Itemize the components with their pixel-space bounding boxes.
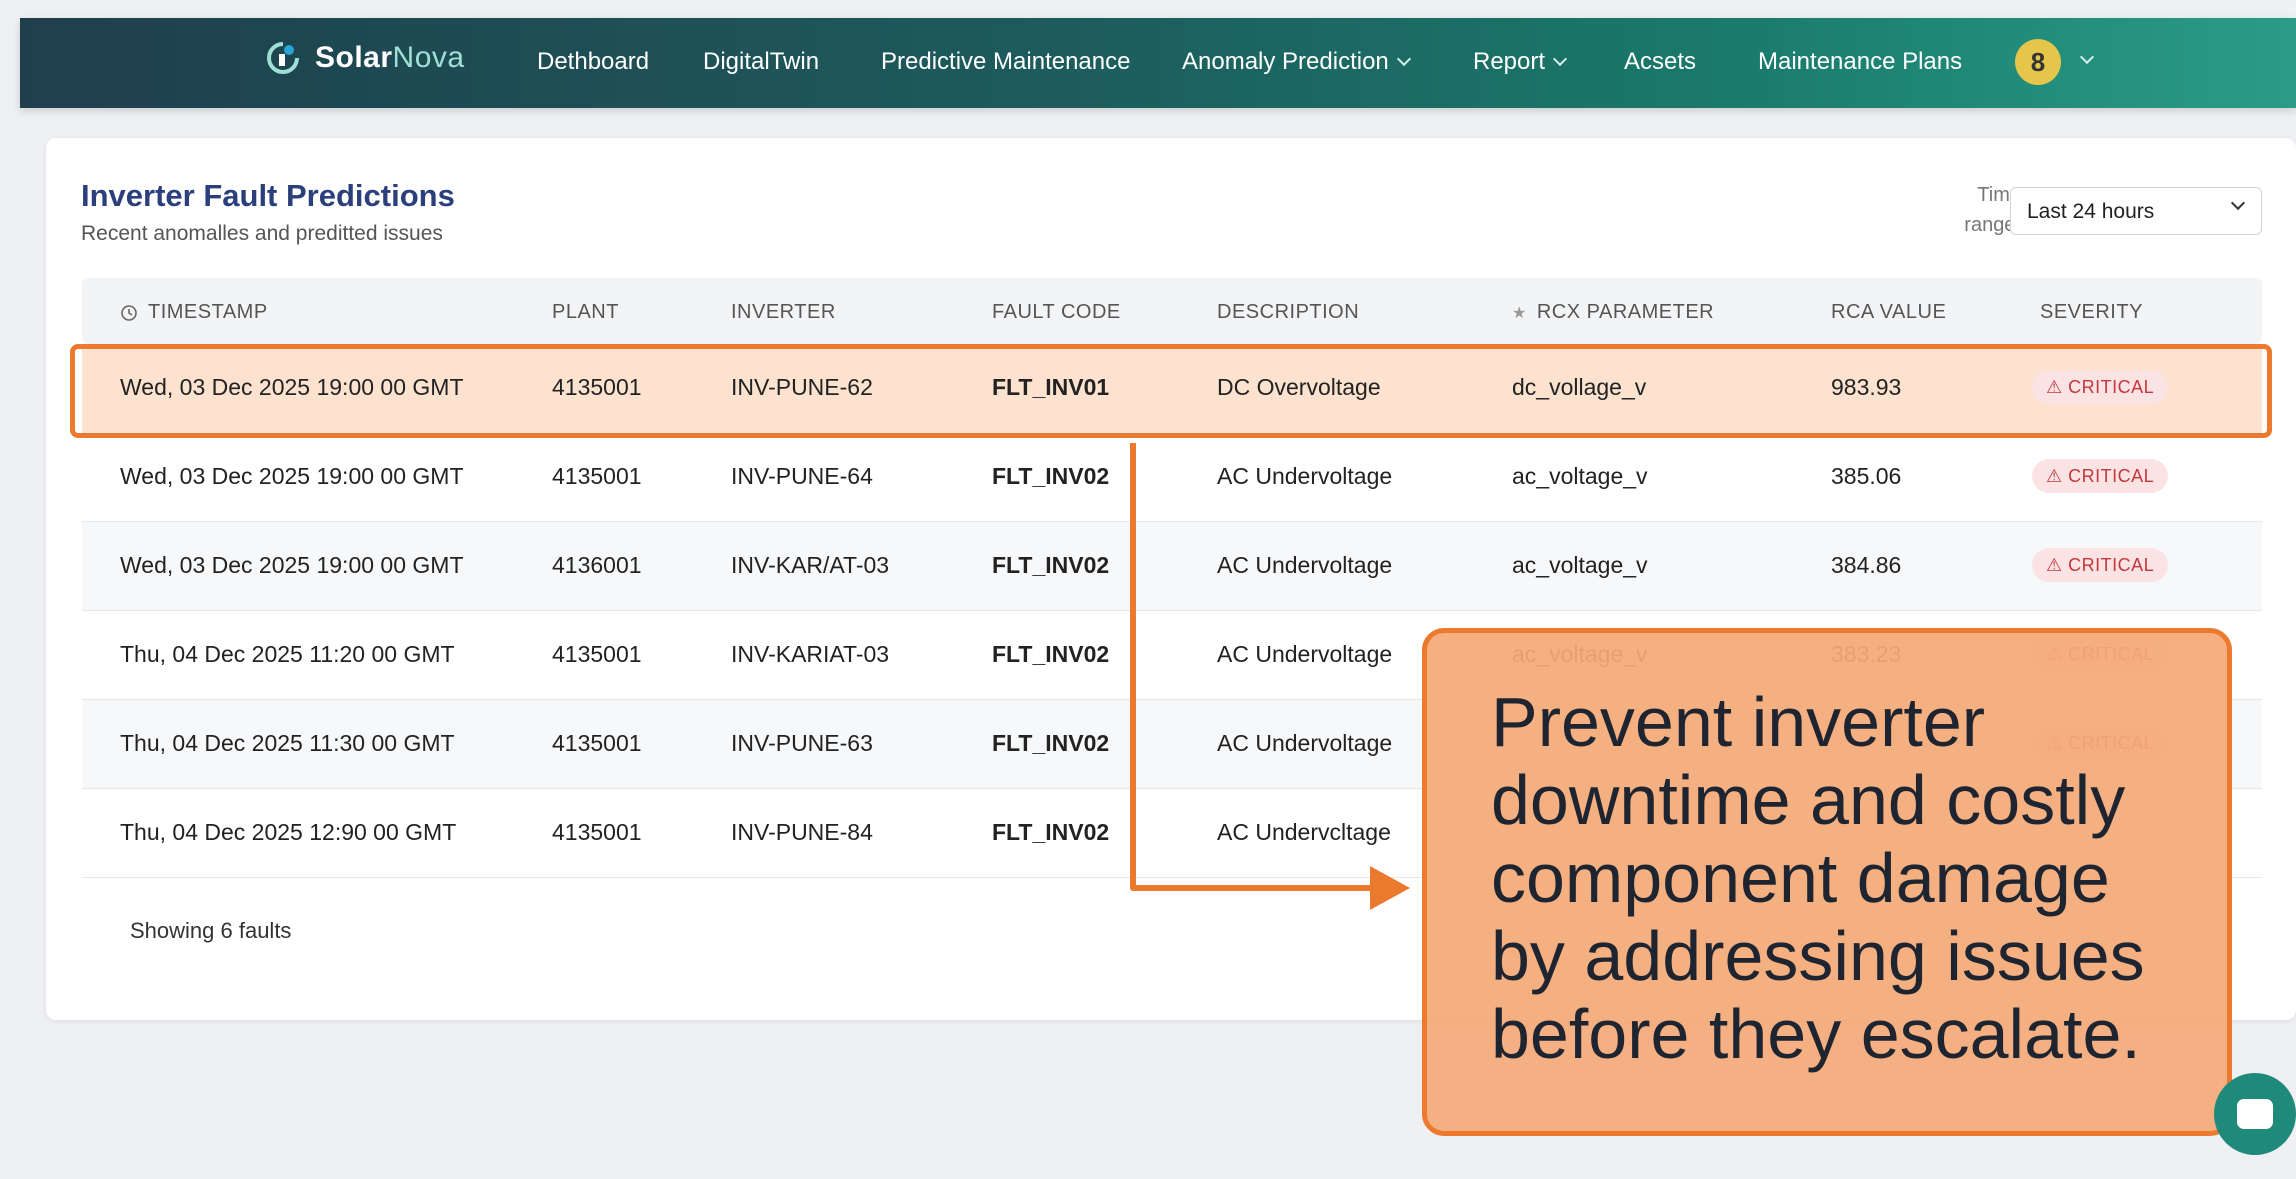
page-subtitle: Recent anomalles and preditted issues — [81, 222, 443, 245]
user-avatar[interactable]: 8 — [2015, 39, 2061, 85]
cell-description: AC Undervoltage — [1217, 730, 1393, 756]
cell-plant: 4135001 — [552, 730, 642, 756]
brand-logo[interactable]: SolarNova — [265, 40, 465, 76]
cell-plant: 4135001 — [552, 641, 642, 667]
callout-text: Prevent inverter downtime and costly com… — [1491, 683, 2145, 1073]
cell-description: AC Undervcltage — [1217, 819, 1391, 845]
cell-inverter: INV-KAR/AT-03 — [731, 552, 890, 578]
cell-plant: 4135001 — [552, 819, 642, 845]
brand-name: SolarNova — [315, 41, 465, 74]
nav-digital-twin[interactable]: DigitalTwin — [703, 48, 819, 76]
callout-box: Prevent inverter downtime and costly com… — [1422, 628, 2232, 1136]
header-inverter[interactable]: INVERTER — [731, 301, 836, 324]
cell-plant: 4135001 — [552, 463, 642, 489]
nav-anomaly-prediction[interactable]: Anomaly Prediction — [1182, 48, 1411, 76]
header-severity[interactable]: SEVERITY — [2040, 301, 2143, 324]
user-menu-chevron-icon[interactable] — [2079, 49, 2095, 65]
table-footer-count: Showing 6 faults — [130, 918, 292, 943]
cell-timestamp: Thu, 04 Dec 2025 12:90 00 GMT — [120, 819, 457, 845]
header-rca-value[interactable]: RCA VALUE — [1831, 301, 1946, 324]
cell-plant: 4136001 — [552, 552, 642, 578]
top-navbar: SolarNova Dethboard DigitalTwin Predicti… — [20, 18, 2296, 108]
cell-inverter: INV-KARIAT-03 — [731, 641, 890, 667]
solar-logo-icon — [267, 42, 299, 74]
chevron-down-icon — [1552, 51, 1568, 67]
highlight-frame — [70, 344, 2272, 438]
nav-predictive-maintenance[interactable]: Predictive Maintenance — [881, 48, 1130, 76]
nav-maintenance-plans[interactable]: Maintenance Plans — [1758, 48, 1962, 76]
cell-timestamp: Thu, 04 Dec 2025 11:20 00 GMT — [120, 641, 455, 667]
header-description[interactable]: DESCRIPTION — [1217, 301, 1359, 324]
cell-timestamp: Wed, 03 Dec 2025 19:00 00 GMT — [120, 463, 464, 489]
cell-description: AC Undervoltage — [1217, 463, 1393, 489]
page-title: Inverter Fault Predictions — [81, 178, 455, 213]
cell-inverter: INV-PUNE-63 — [731, 730, 873, 756]
cell-fault-code: FLT_INV02 — [992, 819, 1110, 845]
table-row[interactable]: Wed, 03 Dec 2025 19:00 00 GMT 4135001 INV-… — [82, 433, 2262, 522]
time-range-select[interactable]: Last 24 hours — [2010, 187, 2262, 235]
cell-fault-code: FLT_INV02 — [992, 552, 1110, 578]
star-icon: ★ — [1512, 304, 1527, 322]
table-header: TIMESTAMP PLANT INVERTER FAULT CODE DESC… — [82, 278, 2262, 344]
cell-fault-code: FLT_INV02 — [992, 641, 1110, 667]
cell-rcx-parameter: ac_voltage_v — [1512, 552, 1648, 578]
chatbot-button[interactable] — [2214, 1073, 2296, 1155]
table-row[interactable]: Wed, 03 Dec 2025 19:00 00 GMT 4136001 INV-… — [82, 522, 2262, 611]
cell-rca-value: 384.86 — [1831, 552, 1902, 578]
time-range-label: Time range: — [1964, 184, 2021, 236]
cell-fault-code: FLT_INV02 — [992, 463, 1110, 489]
header-timestamp[interactable]: TIMESTAMP — [120, 301, 268, 324]
robot-icon — [2237, 1099, 2273, 1129]
clock-icon — [121, 304, 137, 321]
cell-inverter: INV-PUNE-84 — [731, 819, 873, 845]
header-plant[interactable]: PLANT — [552, 301, 619, 324]
chevron-down-icon — [2230, 195, 2246, 211]
nav-assets[interactable]: Acsets — [1624, 48, 1696, 76]
cell-description: AC Undervoltage — [1217, 641, 1393, 667]
cell-rca-value: 385.06 — [1831, 463, 1902, 489]
header-fault-code[interactable]: FAULT CODE — [992, 301, 1121, 324]
warning-icon: ⚠ — [2046, 555, 2069, 575]
severity-badge: ⚠ CRITICAL — [2032, 459, 2169, 493]
nav-report[interactable]: Report — [1473, 48, 1568, 76]
cell-fault-code: FLT_INV02 — [992, 730, 1110, 756]
header-rcx-parameter[interactable]: ★ RCX PARAMETER — [1512, 301, 1714, 324]
severity-badge: ⚠ CRITICAL — [2032, 548, 2169, 582]
cell-inverter: INV-PUNE-64 — [731, 463, 873, 489]
warning-icon: ⚠ — [2046, 466, 2069, 486]
nav-dashboard[interactable]: Dethboard — [537, 48, 649, 76]
cell-timestamp: Thu, 04 Dec 2025 11:30 00 GMT — [120, 730, 455, 756]
cell-rcx-parameter: ac_voltage_v — [1512, 463, 1648, 489]
chevron-down-icon — [1396, 51, 1411, 67]
cell-timestamp: Wed, 03 Dec 2025 19:00 00 GMT — [120, 552, 464, 578]
cell-description: AC Undervoltage — [1217, 552, 1393, 578]
